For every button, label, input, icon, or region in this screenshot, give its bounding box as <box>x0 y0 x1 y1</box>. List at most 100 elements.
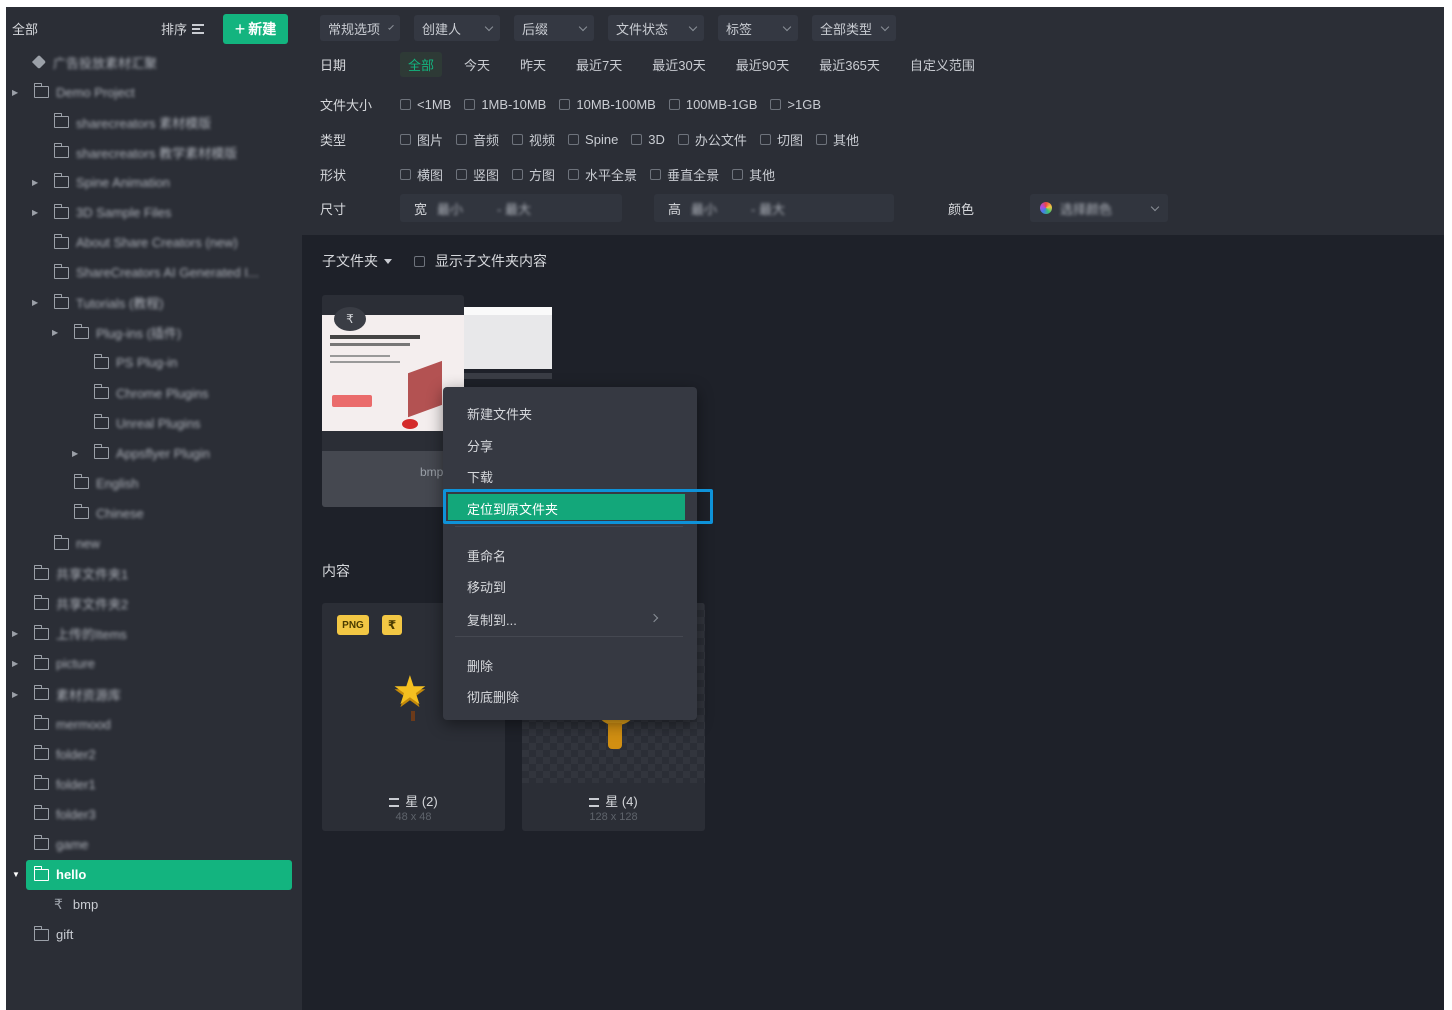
checkbox-box[interactable] <box>650 169 662 180</box>
sidebar-tree-item[interactable]: folder2 <box>6 739 302 769</box>
checkbox-box[interactable] <box>456 134 468 145</box>
color-select[interactable]: 选择颜色 <box>1030 194 1168 222</box>
type-checkbox[interactable]: 其他 <box>815 130 859 149</box>
date-option[interactable]: 自定义范围 <box>902 52 983 77</box>
checkbox-box[interactable] <box>512 169 524 180</box>
date-option[interactable]: 最近90天 <box>728 52 797 77</box>
checkbox-box[interactable] <box>464 99 476 110</box>
sidebar-tree-item[interactable]: 广告投放素材汇聚 <box>6 47 302 77</box>
checkbox-box[interactable] <box>400 169 411 180</box>
checkbox-box[interactable] <box>631 134 643 145</box>
caret-icon[interactable]: ▶ <box>52 328 58 337</box>
sidebar-tree-item[interactable]: ShareCreators AI Generated I... <box>6 258 302 288</box>
sidebar-tree-item[interactable]: sharecreators 教学素材模版 <box>6 137 302 167</box>
subfolder-toggle[interactable]: 子文件夹 <box>322 251 378 271</box>
checkbox-box[interactable] <box>770 99 782 110</box>
sidebar-tree-item[interactable]: ▶ picture <box>6 649 302 679</box>
caret-icon[interactable]: ▶ <box>12 88 18 97</box>
checkbox-box[interactable] <box>559 99 571 110</box>
date-option[interactable]: 最近365天 <box>811 52 888 77</box>
filter-dropdown[interactable]: 后缀 <box>514 15 594 41</box>
filesize-checkbox[interactable]: 100MB-1GB <box>668 97 757 112</box>
sidebar-tree-item[interactable]: ₹ bmp <box>6 890 302 920</box>
date-option[interactable]: 今天 <box>456 52 498 77</box>
checkbox-box[interactable] <box>677 134 689 145</box>
filesize-checkbox[interactable]: <1MB <box>400 97 451 112</box>
sidebar-tree-item[interactable]: mermood <box>6 709 302 739</box>
filesize-checkbox[interactable]: 1MB-10MB <box>464 97 546 112</box>
checkbox-box[interactable] <box>400 99 411 110</box>
sidebar-tree-item[interactable]: game <box>6 829 302 859</box>
show-subfolder-checkbox[interactable] <box>414 255 425 267</box>
caret-icon[interactable]: ▶ <box>32 178 38 187</box>
date-option[interactable]: 最近7天 <box>568 52 630 77</box>
sidebar-tree-item[interactable]: ▶ 上传的Items <box>6 619 302 649</box>
sidebar-tree-item[interactable]: 共享文件夹2 <box>6 589 302 619</box>
date-option[interactable]: 最近30天 <box>644 52 713 77</box>
sidebar-tree-item[interactable]: ▶ Spine Animation <box>6 167 302 197</box>
width-range-input[interactable]: 宽 最小 - 最大 <box>400 194 622 222</box>
sidebar-tree-item[interactable]: folder1 <box>6 769 302 799</box>
context-menu-item[interactable]: 下载 <box>443 462 697 490</box>
checkbox-box[interactable] <box>759 134 771 145</box>
type-checkbox[interactable]: 3D <box>631 130 665 149</box>
sidebar-tree-item[interactable]: English <box>6 468 302 498</box>
shape-checkbox[interactable]: 方图 <box>512 165 555 184</box>
context-menu-item[interactable]: 复制到... <box>443 605 697 633</box>
sidebar-tree-item[interactable]: ▼ hello <box>12 859 292 890</box>
sidebar-tree-item[interactable]: ▶ 3D Sample Files <box>6 197 302 227</box>
shape-checkbox[interactable]: 垂直全景 <box>650 165 719 184</box>
checkbox-box[interactable] <box>815 134 827 145</box>
filter-dropdown[interactable]: 创建人 <box>414 15 500 41</box>
sidebar-tree-item[interactable]: ▶ Appsflyer Plugin <box>6 438 302 468</box>
filter-dropdown[interactable]: 文件状态 <box>608 15 704 41</box>
filter-dropdown[interactable]: 标签 <box>718 15 798 41</box>
sidebar-tree-item[interactable]: new <box>6 529 302 559</box>
caret-icon[interactable]: ▶ <box>32 298 38 307</box>
caret-down-icon[interactable] <box>384 258 392 264</box>
checkbox-box[interactable] <box>732 169 744 180</box>
caret-icon[interactable]: ▶ <box>72 449 78 458</box>
sidebar-tree-item[interactable]: ▶ Demo Project <box>6 77 302 107</box>
context-menu-item[interactable]: 彻底删除 <box>443 682 697 710</box>
shape-checkbox[interactable]: 横图 <box>400 165 443 184</box>
sidebar-tree-item[interactable]: ▶ Tutorials (教程) <box>6 288 302 318</box>
type-checkbox[interactable]: Spine <box>568 130 618 149</box>
type-checkbox[interactable]: 办公文件 <box>677 130 747 149</box>
sidebar-tree-item[interactable]: ▶ Plug-ins (插件) <box>6 318 302 348</box>
date-option[interactable]: 昨天 <box>512 52 554 77</box>
shape-checkbox[interactable]: 其他 <box>732 165 775 184</box>
checkbox-box[interactable] <box>568 134 580 145</box>
filter-dropdown[interactable]: 全部类型 <box>812 15 896 41</box>
context-menu-item[interactable]: 重命名 <box>443 541 697 569</box>
type-checkbox[interactable]: 视频 <box>512 130 555 149</box>
sidebar-tree-item[interactable]: PS Plug-in <box>6 348 302 378</box>
sort-button[interactable]: 排序 <box>161 19 205 38</box>
type-checkbox[interactable]: 图片 <box>400 130 443 149</box>
filter-dropdown[interactable]: 常规选项 <box>320 15 400 41</box>
sidebar-tree-item[interactable]: ▶ 素材资源库 <box>6 679 302 709</box>
sidebar-tree-item[interactable]: gift <box>6 920 302 950</box>
caret-icon[interactable]: ▶ <box>12 690 18 699</box>
sidebar-tree-item[interactable]: folder3 <box>6 799 302 829</box>
caret-icon[interactable]: ▶ <box>12 659 18 668</box>
checkbox-box[interactable] <box>400 134 411 145</box>
caret-icon[interactable]: ▼ <box>12 870 20 879</box>
sidebar-tree-item[interactable]: Chinese <box>6 498 302 528</box>
filesize-checkbox[interactable]: 10MB-100MB <box>559 97 656 112</box>
context-menu-item[interactable]: 新建文件夹 <box>443 399 697 427</box>
context-menu-item[interactable]: 删除 <box>443 651 697 679</box>
context-menu-item[interactable]: 移动到 <box>443 572 697 600</box>
checkbox-box[interactable] <box>456 169 468 180</box>
type-checkbox[interactable]: 音频 <box>456 130 499 149</box>
shape-checkbox[interactable]: 水平全景 <box>568 165 637 184</box>
caret-icon[interactable]: ▶ <box>32 208 38 217</box>
sidebar-tree-item[interactable]: Chrome Plugins <box>6 378 302 408</box>
checkbox-box[interactable] <box>512 134 524 145</box>
caret-icon[interactable]: ▶ <box>12 629 18 638</box>
all-folders-label[interactable]: 全部 <box>12 19 38 38</box>
sidebar-tree-item[interactable]: sharecreators 素材模版 <box>6 107 302 137</box>
type-checkbox[interactable]: 切图 <box>759 130 803 149</box>
checkbox-box[interactable] <box>568 169 580 180</box>
context-menu-item[interactable]: 分享 <box>443 431 697 459</box>
